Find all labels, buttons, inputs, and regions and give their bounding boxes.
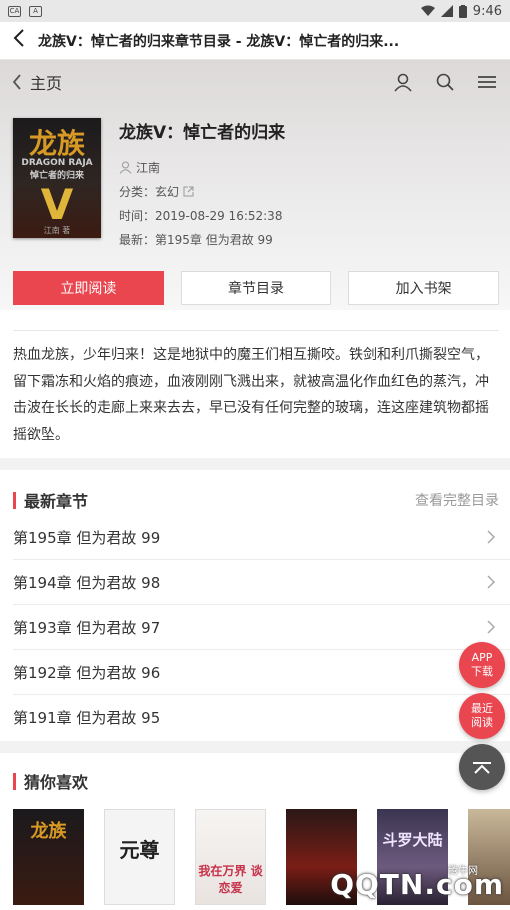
chevron-right-icon [487, 575, 496, 589]
search-button[interactable] [434, 71, 456, 93]
battery-icon [458, 4, 467, 18]
table-of-contents-button[interactable]: 章节目录 [180, 271, 332, 305]
home-label: 主页 [30, 74, 63, 93]
latest-chapters-title: 最新章节 [24, 492, 89, 511]
read-now-button[interactable]: 立即阅读 [13, 271, 164, 305]
cover-title: 龙族 [28, 127, 85, 160]
chapter-title: 第195章 但为君故 99 [13, 528, 161, 547]
user-icon [394, 73, 412, 92]
external-link-icon [183, 186, 194, 196]
section-separator [0, 458, 510, 470]
recommended-book[interactable]: 我在万界 谈恋爱 [195, 809, 266, 905]
recent-reading-button[interactable]: 最近 阅读 [459, 693, 505, 739]
watermark: 腾牛网 QQTN.com [300, 858, 510, 910]
divider [13, 330, 499, 331]
book-title: 龙族V：悼亡者的归来 [119, 123, 286, 143]
back-button[interactable] [0, 28, 38, 53]
book-cover[interactable]: 龙族 DRAGON RAJA 悼亡者的归来 V 江南 著 [13, 118, 101, 238]
recent-reading-line1: 最近 [471, 702, 493, 715]
category-label: 分类：玄幻 [119, 184, 180, 199]
text-notification-icon: A [29, 5, 42, 17]
home-link[interactable]: 主页 [12, 70, 62, 94]
cover-author: 江南 著 [43, 226, 71, 235]
chapter-list: 第195章 但为君故 99 第194章 但为君故 98 第193章 但为君故 9… [0, 515, 510, 740]
chapter-item[interactable]: 第191章 但为君故 95 [13, 695, 510, 740]
menu-button[interactable] [476, 71, 498, 93]
chapter-title: 第191章 但为君故 95 [13, 709, 161, 727]
site-nav: 主页 [0, 62, 510, 102]
update-time: 时间：2019-08-29 16:52:38 [119, 208, 283, 223]
section-marker [13, 491, 16, 509]
chapter-title: 第193章 但为君故 97 [13, 618, 161, 637]
latest-chapter-link[interactable]: 最新：第195章 但为君故 99 [119, 227, 499, 251]
chevron-right-icon [487, 530, 496, 544]
title-bar: 龙族V：悼亡者的归来章节目录 - 龙族V：悼亡者的归来... [0, 22, 510, 60]
chevron-left-icon [12, 74, 21, 90]
chapter-item[interactable]: 第192章 但为君故 96 [13, 650, 510, 695]
view-full-toc-link[interactable]: 查看完整目录 [415, 490, 499, 510]
back-to-top-button[interactable] [459, 744, 505, 790]
add-to-shelf-button[interactable]: 加入书架 [348, 271, 500, 305]
arrow-up-icon [473, 762, 491, 774]
app-download-button[interactable]: APP 下载 [459, 642, 505, 688]
watermark-small: 腾牛网 [448, 866, 478, 877]
app-notification-icon: CA [8, 5, 21, 17]
cover-letter: V [40, 180, 74, 229]
action-buttons: 立即阅读 章节目录 加入书架 [13, 271, 500, 305]
wifi-icon [420, 5, 435, 16]
recommended-book[interactable]: 龙族 [13, 809, 84, 905]
chapter-item[interactable]: 第195章 但为君故 99 [13, 515, 510, 560]
recommend-title: 猜你喜欢 [24, 773, 89, 792]
app-download-line2: 下载 [471, 665, 493, 678]
book-info: 龙族V：悼亡者的归来 江南 分类：玄幻 时间：2019-08-29 16:52:… [119, 118, 499, 251]
chapter-item[interactable]: 第193章 但为君故 97 [13, 605, 510, 650]
recent-reading-line2: 阅读 [471, 716, 493, 729]
author-row[interactable]: 江南 [119, 155, 499, 179]
clock: 9:46 [472, 3, 502, 19]
latest-chapters-header: 最新章节 查看完整目录 [13, 485, 499, 515]
menu-icon [478, 76, 496, 88]
section-marker [13, 772, 16, 790]
author-icon [119, 161, 132, 174]
status-bar: CA A 9:46 [0, 0, 510, 22]
signal-icon [440, 5, 453, 17]
recommend-header: 猜你喜欢 [13, 766, 499, 796]
chevron-right-icon [487, 620, 496, 634]
recommended-book[interactable]: 元尊 [104, 809, 175, 905]
author-name: 江南 [136, 160, 161, 175]
user-button[interactable] [392, 71, 414, 93]
section-separator [0, 741, 510, 753]
book-description: 热血龙族，少年归来！这是地狱中的魔王们相互撕咬。铁剑和利爪撕裂空气，留下霜冻和火… [13, 347, 489, 443]
chapter-title: 第194章 但为君故 98 [13, 573, 161, 592]
app-download-line1: APP [471, 651, 493, 664]
chapter-title: 第192章 但为君故 96 [13, 663, 161, 682]
back-arrow-icon [13, 29, 24, 47]
chapter-item[interactable]: 第194章 但为君故 98 [13, 560, 510, 605]
category-row[interactable]: 分类：玄幻 [119, 179, 499, 203]
page-title: 龙族V：悼亡者的归来章节目录 - 龙族V：悼亡者的归来... [38, 33, 400, 50]
cover-subtitle: DRAGON RAJA 悼亡者的归来 [21, 158, 93, 181]
search-icon [436, 73, 454, 91]
